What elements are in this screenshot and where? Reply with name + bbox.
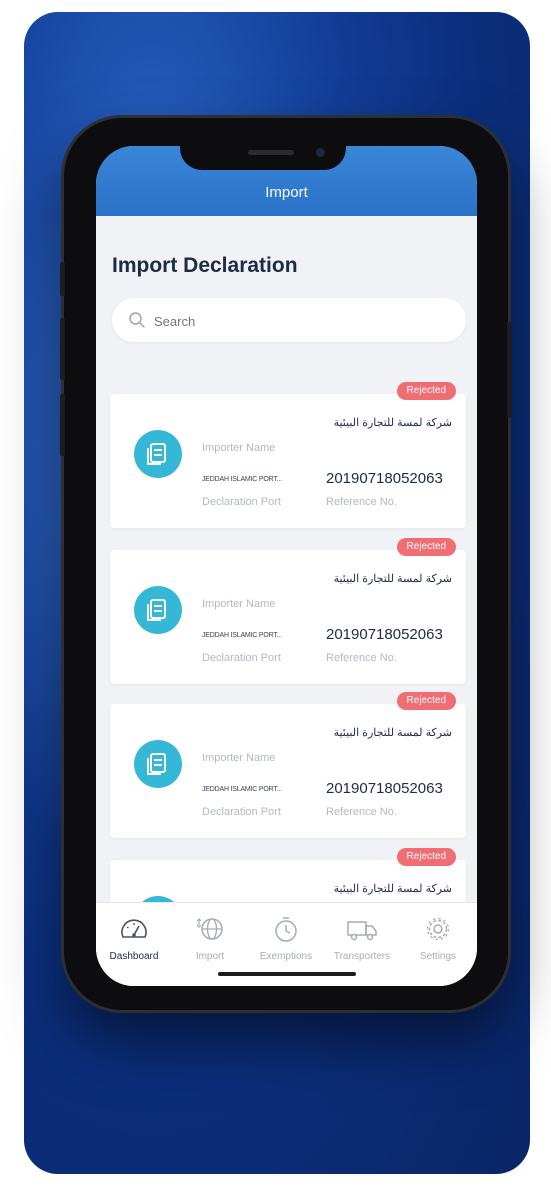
tab-settings[interactable]: Settings [400, 913, 476, 973]
tab-label: Import [195, 951, 225, 962]
earpiece-speaker [248, 150, 294, 155]
tab-label: Transporters [333, 951, 391, 962]
tab-exemptions[interactable]: Exemptions [248, 913, 324, 973]
globe-icon [196, 918, 223, 940]
app-screen: Import Import Declaration Rejected شركة … [96, 146, 477, 986]
header-title: Import [265, 184, 308, 201]
importer-name-value: شركة لمسة للتجارة البيئية [333, 727, 452, 739]
declaration-port-label: Declaration Port [202, 806, 281, 818]
front-camera [316, 148, 325, 157]
reference-no-label: Reference No. [326, 496, 397, 508]
document-icon [134, 586, 182, 634]
search-icon [129, 312, 145, 328]
stopwatch-icon [275, 917, 297, 942]
status-badge: Rejected [396, 848, 456, 866]
declaration-port-label: Declaration Port [202, 652, 281, 664]
declaration-port-value: JEDDAH ISLAMIC PORT... [202, 786, 282, 793]
declaration-port-value: JEDDAH ISLAMIC PORT... [202, 476, 282, 483]
declaration-card[interactable]: Rejected شركة لمسة للتجارة البيئية Impor… [110, 538, 466, 684]
gear-icon [426, 917, 450, 941]
tab-label: Dashboard [109, 951, 159, 962]
search-bar[interactable] [112, 298, 466, 342]
importer-name-value: شركة لمسة للتجارة البيئية [333, 417, 452, 429]
tab-transporters[interactable]: Transporters [324, 913, 400, 973]
page-title: Import Declaration [112, 254, 298, 277]
mute-switch [60, 262, 65, 296]
status-badge: Rejected [396, 538, 456, 556]
reference-no-label: Reference No. [326, 652, 397, 664]
speedometer-icon [121, 919, 147, 938]
power-button [507, 322, 512, 418]
reference-no-value: 20190718052063 [326, 626, 443, 643]
importer-name-value: شركة لمسة للتجارة البيئية [333, 573, 452, 585]
home-indicator[interactable] [218, 972, 356, 976]
reference-no-value: 20190718052063 [326, 780, 443, 797]
status-badge: Rejected [396, 382, 456, 400]
tab-dashboard[interactable]: Dashboard [96, 913, 172, 973]
declaration-port-value: JEDDAH ISLAMIC PORT... [202, 632, 282, 639]
tab-import[interactable]: Import [172, 913, 248, 973]
declaration-card[interactable]: Rejected شركة لمسة للتجارة البيئية Impor… [110, 692, 466, 838]
search-input[interactable] [152, 310, 456, 332]
declaration-card[interactable]: Rejected شركة لمسة للتجارة البيئية Impor… [110, 382, 466, 528]
truck-icon [347, 921, 377, 941]
importer-name-value: شركة لمسة للتجارة البيئية [333, 883, 452, 895]
tab-label: Settings [419, 951, 457, 962]
tab-label: Exemptions [259, 951, 313, 962]
document-icon [134, 430, 182, 478]
status-badge: Rejected [396, 692, 456, 710]
importer-name-label: Importer Name [202, 442, 276, 454]
reference-no-label: Reference No. [326, 806, 397, 818]
declaration-port-label: Declaration Port [202, 496, 281, 508]
importer-name-label: Importer Name [202, 598, 276, 610]
volume-up-button [60, 318, 65, 380]
reference-no-value: 20190718052063 [326, 470, 443, 487]
importer-name-label: Importer Name [202, 752, 276, 764]
volume-down-button [60, 394, 65, 456]
document-icon [134, 740, 182, 788]
